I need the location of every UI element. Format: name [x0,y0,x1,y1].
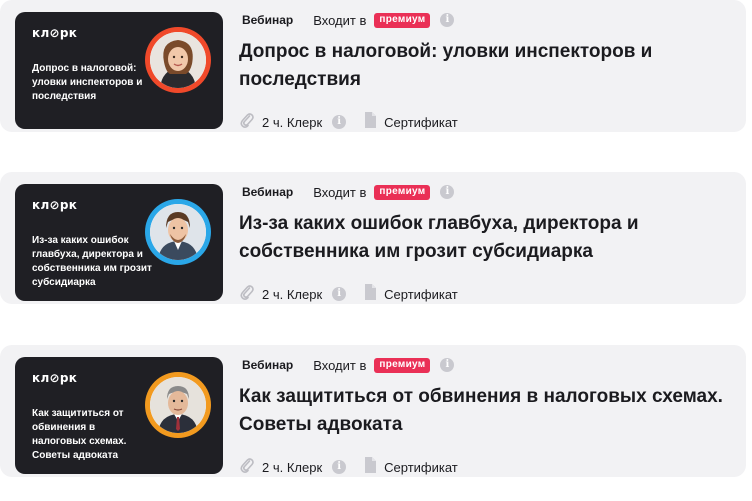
klerk-logo: кл⊘рк [32,198,78,212]
speaker-photo [150,32,206,88]
includes-label: Входит в [313,184,367,200]
course-thumbnail[interactable]: кл⊘рк Как защититься от обвинения в нало… [15,357,223,474]
document-icon [364,456,377,478]
premium-badge[interactable]: премиум [374,12,431,28]
course-card[interactable]: кл⊘рк Из-за каких ошибок главбуха, дирек… [0,172,746,304]
course-meta: 2 ч. Клерк i Сертификат [240,456,458,478]
speaker-photo [150,377,206,433]
speaker-avatar [145,372,211,438]
klerk-logo: кл⊘рк [32,26,78,40]
thumbnail-title: Допрос в налоговой: уловки инспекторов и… [32,63,143,102]
course-thumbnail[interactable]: кл⊘рк Допрос в налоговой: уловки инспект… [15,12,223,129]
course-tags: Вебинар Входит в премиум i [242,184,455,200]
document-icon [364,283,377,305]
course-title[interactable]: Допрос в налоговой: уловки инспекторов и… [239,38,734,94]
premium-badge[interactable]: премиум [374,184,431,200]
certificate-text: Сертификат [384,286,458,302]
course-title[interactable]: Из-за каких ошибок главбуха, директора и… [239,210,734,266]
course-meta: 2 ч. Клерк i Сертификат [240,283,458,305]
duration-text: 2 ч. Клерк [262,459,323,475]
info-icon[interactable]: i [440,13,455,27]
course-tags: Вебинар Входит в премиум i [242,12,455,28]
speaker-avatar [145,27,211,93]
paperclip-icon [240,284,254,305]
info-icon[interactable]: i [332,460,347,474]
thumbnail-title: Из-за каких ошибок главбуха, директора и… [32,235,152,288]
paperclip-icon [240,457,254,478]
info-icon[interactable]: i [332,287,347,301]
type-badge: Вебинар [242,358,294,372]
info-icon[interactable]: i [440,185,455,199]
includes-label: Входит в [313,357,367,373]
speaker-photo [150,204,206,260]
course-card[interactable]: кл⊘рк Как защититься от обвинения в нало… [0,345,746,477]
duration-text: 2 ч. Клерк [262,286,323,302]
info-icon[interactable]: i [332,115,347,129]
course-title[interactable]: Как защититься от обвинения в налоговых … [239,383,734,439]
duration-text: 2 ч. Клерк [262,114,323,130]
klerk-logo: кл⊘рк [32,371,78,385]
type-badge: Вебинар [242,185,294,199]
type-badge: Вебинар [242,13,294,27]
course-thumbnail[interactable]: кл⊘рк Из-за каких ошибок главбуха, дирек… [15,184,223,301]
course-card[interactable]: кл⊘рк Допрос в налоговой: уловки инспект… [0,0,746,132]
certificate-text: Сертификат [384,114,458,130]
thumbnail-title: Как защититься от обвинения в налоговых … [32,408,127,461]
document-icon [364,111,377,133]
paperclip-icon [240,112,254,133]
course-tags: Вебинар Входит в премиум i [242,357,455,373]
premium-badge[interactable]: премиум [374,357,431,373]
info-icon[interactable]: i [440,358,455,372]
speaker-avatar [145,199,211,265]
certificate-text: Сертификат [384,459,458,475]
course-meta: 2 ч. Клерк i Сертификат [240,111,458,133]
includes-label: Входит в [313,12,367,28]
